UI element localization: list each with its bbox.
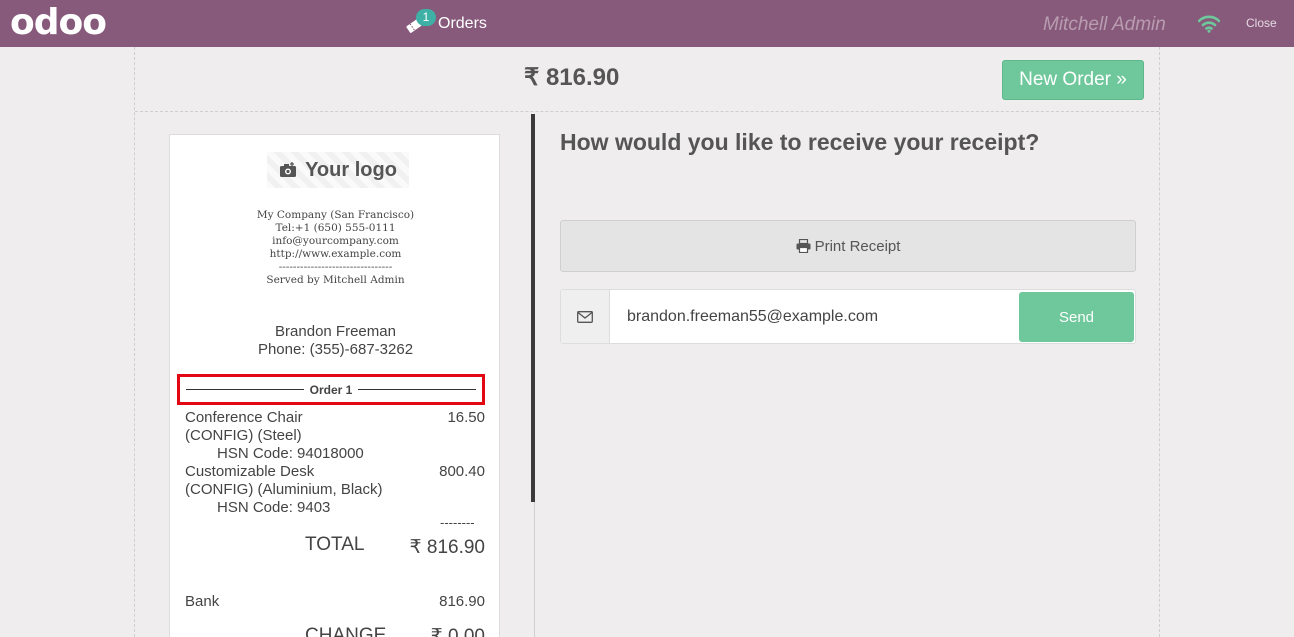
- close-button[interactable]: Close: [1246, 16, 1277, 30]
- line-item-variant: (CONFIG) (Steel): [185, 427, 302, 444]
- new-order-button[interactable]: New Order »: [1002, 60, 1144, 100]
- pane-divider-lower: [534, 502, 535, 637]
- orders-tab[interactable]: 1 Orders: [404, 8, 487, 40]
- receipt-preview: Your logo My Company (San Francisco) Tel…: [169, 134, 500, 637]
- customer-info: Brandon Freeman Phone: (355)-687-3262: [170, 323, 499, 359]
- company-separator: --------------------------------: [278, 261, 393, 273]
- email-receipt-group: Send: [560, 289, 1136, 344]
- company-logo-placeholder: Your logo: [267, 152, 409, 188]
- wifi-icon: [1198, 15, 1220, 33]
- cashier-name[interactable]: Mitchell Admin: [1043, 14, 1166, 36]
- customer-name: Brandon Freeman: [275, 323, 396, 340]
- payment-amount: 816.90: [439, 593, 485, 610]
- top-bar: odoo 1 Orders Mitchell Admin Close: [0, 0, 1294, 47]
- top-content: ₹ 816.90 New Order »: [135, 47, 1159, 112]
- line-item-variant: (CONFIG) (Aluminium, Black): [185, 481, 383, 498]
- total-value: ₹ 816.90: [409, 537, 485, 558]
- total-label: TOTAL: [305, 534, 365, 555]
- company-website: http://www.example.com: [269, 248, 402, 260]
- print-receipt-label: Print Receipt: [814, 237, 901, 255]
- receipt-line-item: Customizable Desk (CONFIG) (Aluminium, B…: [185, 463, 485, 517]
- company-info: My Company (San Francisco) Tel:+1 (650) …: [170, 209, 499, 287]
- payment-row: Bank 816.90: [185, 593, 485, 610]
- order-title-highlight: Order 1: [177, 374, 485, 405]
- printer-icon: [796, 239, 811, 253]
- receipt-question: How would you like to receive your recei…: [560, 129, 1040, 155]
- change-row: CHANGE ₹ 0.00: [305, 625, 485, 637]
- odoo-logo: odoo: [10, 2, 107, 43]
- print-receipt-button[interactable]: Print Receipt: [560, 220, 1136, 272]
- receipt-total-row: TOTAL ₹ 816.90: [305, 534, 485, 558]
- company-phone: Tel:+1 (650) 555-0111: [275, 222, 396, 234]
- payment-method: Bank: [185, 593, 220, 610]
- email-input[interactable]: [611, 290, 1017, 343]
- send-button[interactable]: Send: [1019, 292, 1134, 342]
- company-email: info@yourcompany.com: [272, 235, 399, 247]
- envelope-icon: [577, 310, 593, 323]
- email-addon: [561, 290, 610, 343]
- line-item-price: 16.50: [447, 409, 485, 426]
- customer-phone: Phone: (355)-687-3262: [257, 341, 414, 358]
- order-title-rule-right: [358, 389, 476, 390]
- logo-text: Your logo: [305, 158, 397, 181]
- receipt-screen: ₹ 816.90 New Order » Your logo My Compan…: [134, 47, 1160, 637]
- line-item-name: Conference Chair: [185, 409, 303, 426]
- orders-count-badge: 1: [416, 9, 436, 26]
- receipt-line-item: Conference Chair (CONFIG) (Steel) HSN Co…: [185, 409, 485, 463]
- pane-divider: [531, 114, 535, 502]
- order-title-rule-left: [186, 389, 304, 390]
- order-title: Order 1: [309, 382, 353, 397]
- subtotal-separator: --------: [440, 515, 475, 530]
- line-item-hsn: HSN Code: 94018000: [217, 445, 364, 462]
- line-item-price: 800.40: [439, 463, 485, 480]
- camera-icon: [280, 162, 297, 177]
- order-total: ₹ 816.90: [524, 64, 620, 91]
- change-label: CHANGE: [305, 625, 387, 637]
- served-by: Served by Mitchell Admin: [266, 274, 405, 286]
- orders-label: Orders: [438, 15, 487, 32]
- company-name: My Company (San Francisco): [256, 209, 415, 221]
- change-value: ₹ 0.00: [430, 626, 485, 637]
